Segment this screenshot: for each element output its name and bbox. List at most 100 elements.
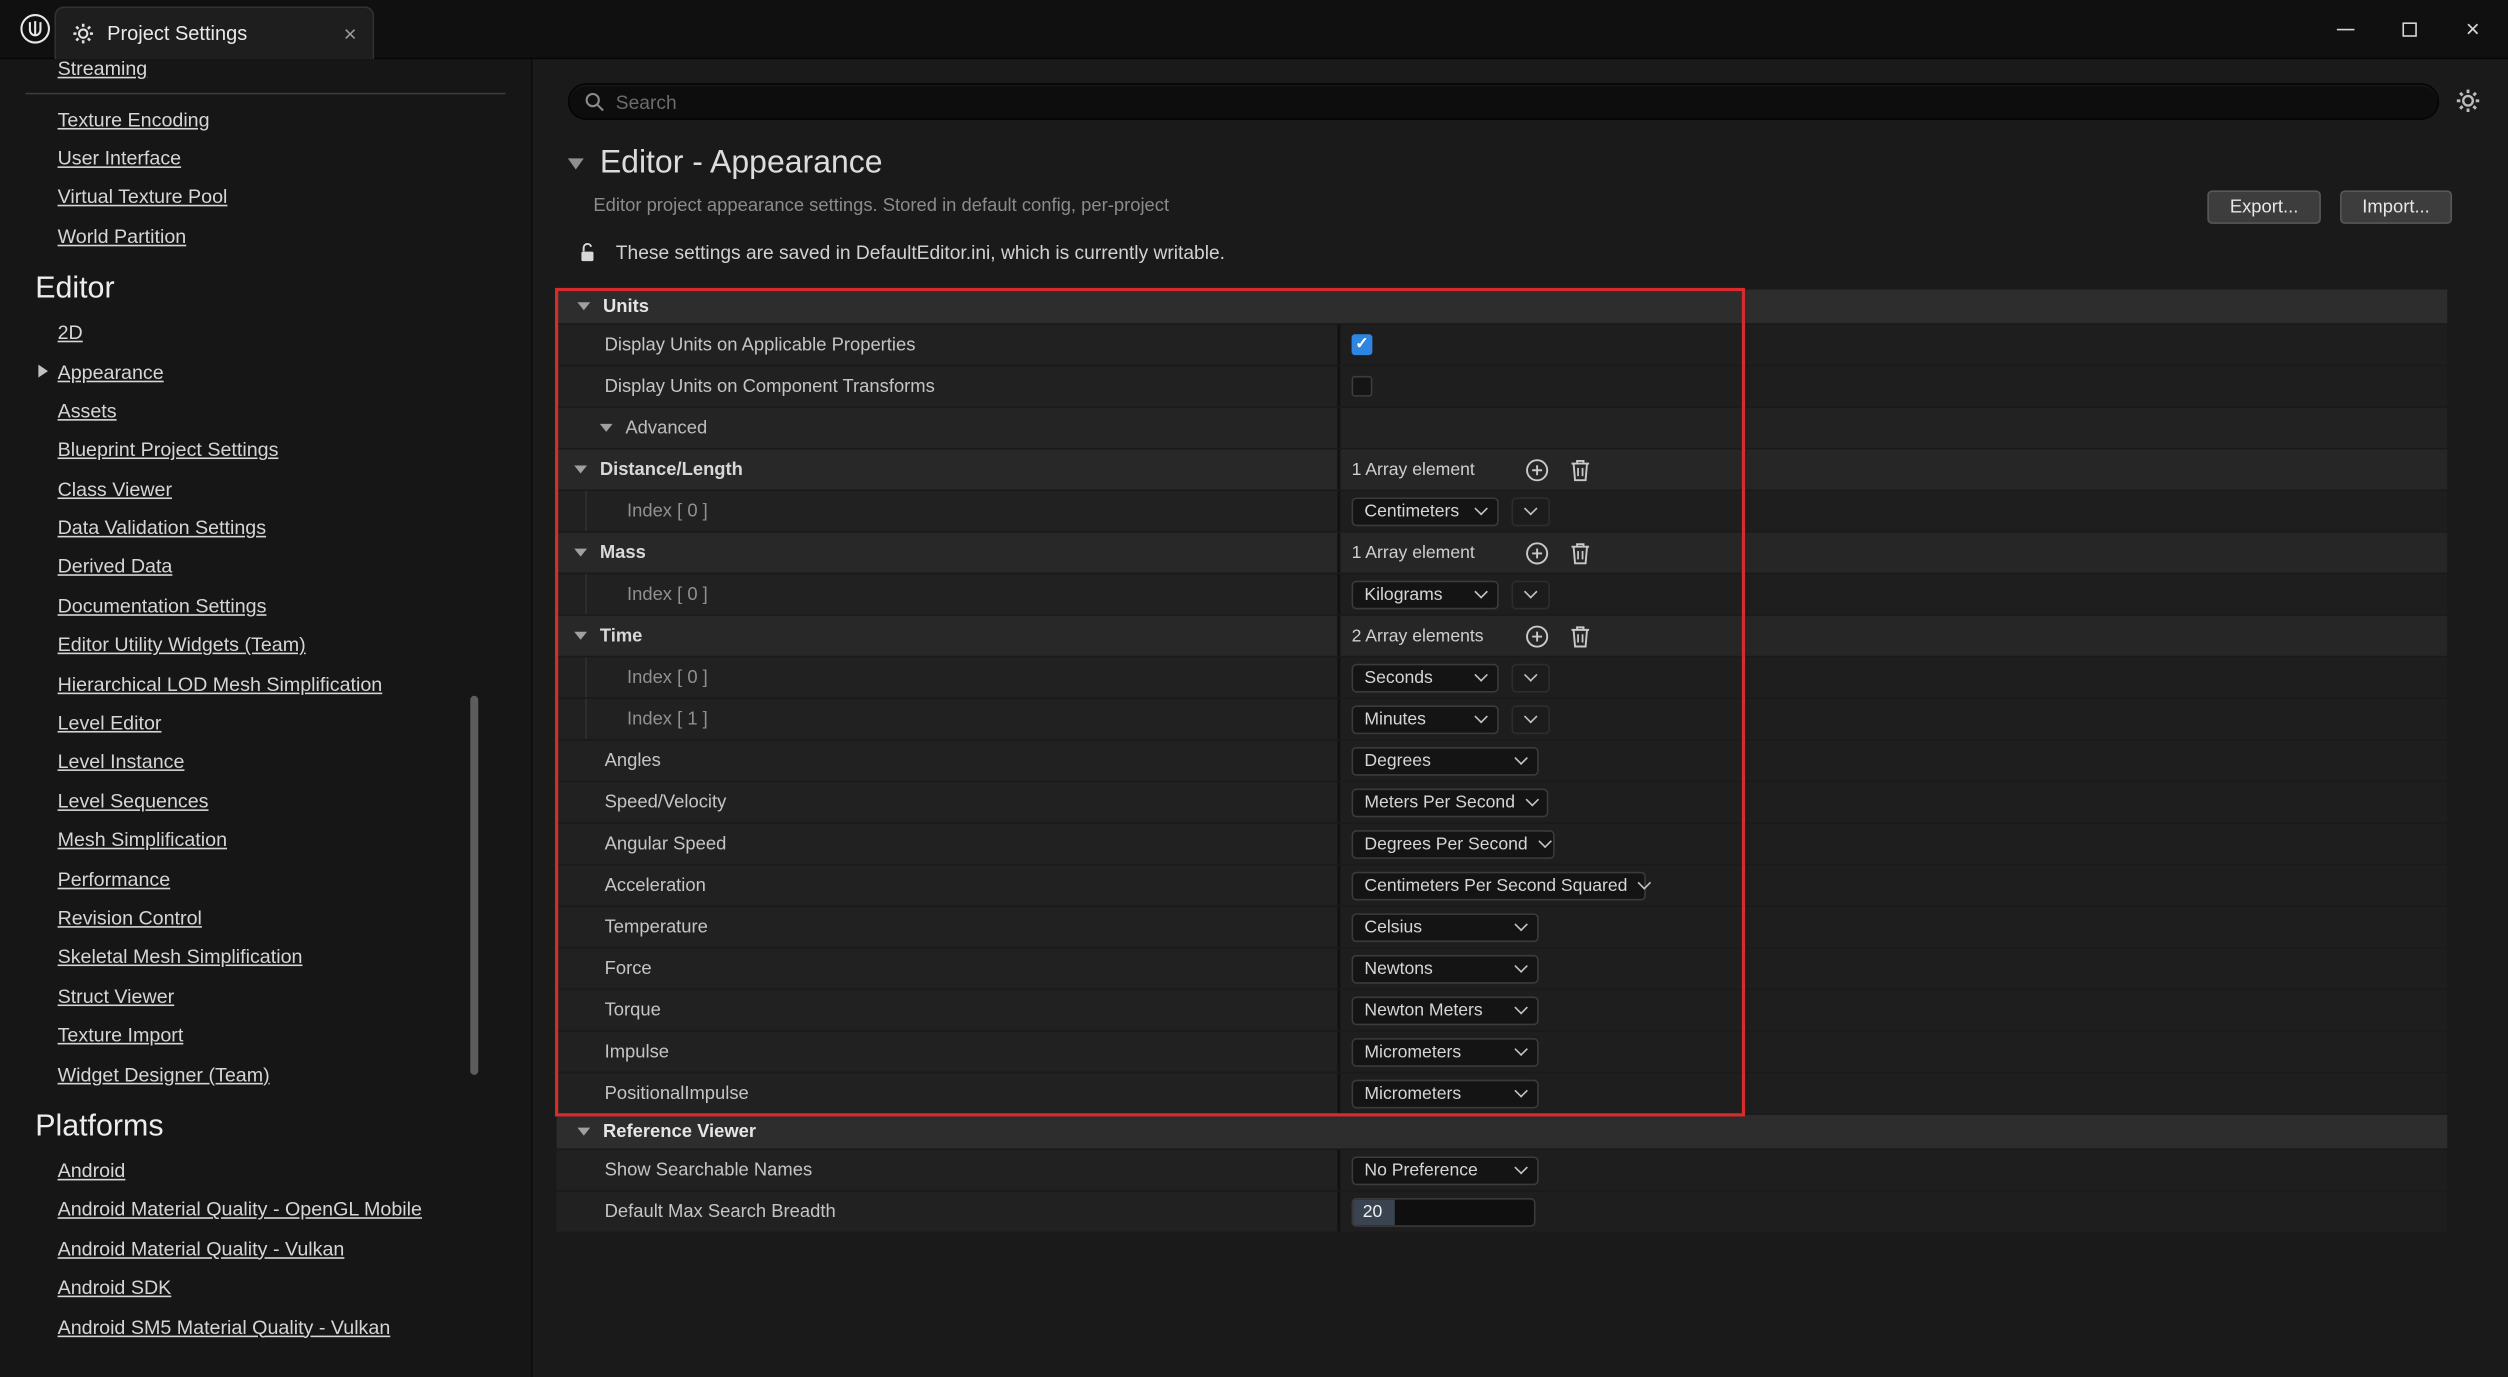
sidebar-item[interactable]: Class Viewer: [0, 469, 531, 508]
chevron-down-icon: [1474, 502, 1488, 516]
unit-dropdown[interactable]: Micrometers: [1352, 1037, 1539, 1066]
element-options-dropdown[interactable]: [1512, 705, 1550, 734]
sidebar-item[interactable]: Widget Designer (Team): [0, 1055, 531, 1094]
search-box[interactable]: [568, 83, 2439, 120]
sidebar-item[interactable]: Level Editor: [0, 704, 531, 743]
setting-value-cell: Degrees Per Second: [1337, 824, 2447, 864]
array-header-time[interactable]: Time: [557, 616, 1338, 656]
sidebar-item[interactable]: Skeletal Mesh Simplification: [0, 938, 531, 977]
export-button[interactable]: Export...: [2207, 190, 2321, 224]
sidebar-item[interactable]: Android Material Quality - OpenGL Mobile: [0, 1190, 531, 1229]
unit-dropdown[interactable]: Kilograms: [1352, 580, 1499, 609]
sidebar-item[interactable]: Assets: [0, 391, 531, 430]
sidebar-item[interactable]: Revision Control: [0, 899, 531, 938]
page-title: Editor - Appearance: [600, 146, 883, 183]
sidebar-item[interactable]: Blueprint Project Settings: [0, 430, 531, 469]
array-header-mass[interactable]: Mass: [557, 533, 1338, 573]
chevron-down-icon: [1474, 585, 1488, 599]
unit-dropdown[interactable]: Minutes: [1352, 705, 1499, 734]
array-value-cell: 2 Array elements: [1337, 616, 2447, 656]
setting-row: Acceleration Centimeters Per Second Squa…: [557, 865, 2448, 905]
sidebar-item[interactable]: World Partition: [0, 217, 531, 256]
unit-dropdown[interactable]: Seconds: [1352, 663, 1499, 692]
advanced-toggle[interactable]: Advanced: [557, 408, 1338, 448]
element-options-dropdown[interactable]: [1512, 580, 1550, 609]
unit-dropdown[interactable]: Degrees: [1352, 746, 1539, 775]
unit-dropdown[interactable]: Micrometers: [1352, 1079, 1539, 1108]
sidebar-item[interactable]: Android SM5 Material Quality - Vulkan: [0, 1307, 531, 1346]
advanced-subheader-row: Advanced: [557, 408, 2448, 448]
sidebar-scrollbar[interactable]: [470, 696, 478, 1075]
element-options-dropdown[interactable]: [1512, 497, 1550, 526]
sidebar-item[interactable]: 2D: [0, 313, 531, 352]
search-icon: [584, 91, 605, 112]
setting-row: Speed/Velocity Meters Per Second: [557, 782, 2448, 822]
add-element-button[interactable]: [1521, 453, 1553, 485]
sidebar-item[interactable]: Android: [0, 1151, 531, 1190]
sidebar-item[interactable]: Texture Import: [0, 1016, 531, 1055]
setting-value-cell: Centimeters Per Second Squared: [1337, 865, 2447, 905]
preference-dropdown[interactable]: No Preference: [1352, 1156, 1539, 1185]
unit-dropdown[interactable]: Degrees Per Second: [1352, 829, 1555, 858]
add-element-button[interactable]: [1521, 620, 1553, 652]
sidebar-item[interactable]: Streaming: [0, 59, 531, 88]
chevron-down-icon: [1514, 918, 1528, 932]
delete-array-button[interactable]: [1564, 453, 1596, 485]
element-options-dropdown[interactable]: [1512, 663, 1550, 692]
sidebar-item[interactable]: Android Material Quality - Vulkan: [0, 1229, 531, 1268]
sidebar-item[interactable]: Virtual Texture Pool: [0, 178, 531, 217]
array-header-row: Mass 1 Array element: [557, 533, 2448, 573]
tab-close-icon[interactable]: ×: [344, 22, 357, 44]
sidebar-item-appearance[interactable]: Appearance: [0, 352, 531, 391]
array-header-distance-length[interactable]: Distance/Length: [557, 449, 1338, 489]
sidebar-item[interactable]: Texture Encoding: [0, 100, 531, 139]
index-value-cell: Centimeters: [1337, 491, 2447, 531]
unit-dropdown[interactable]: Centimeters: [1352, 497, 1499, 526]
unit-dropdown[interactable]: Celsius: [1352, 913, 1539, 942]
import-button[interactable]: Import...: [2340, 190, 2452, 224]
sidebar-item[interactable]: Editor Utility Widgets (Team): [0, 626, 531, 665]
sidebar-item[interactable]: User Interface: [0, 139, 531, 178]
settings-table: Units Display Units on Applicable Proper…: [557, 290, 2448, 1234]
sidebar-item[interactable]: Documentation Settings: [0, 587, 531, 626]
checkbox[interactable]: [1352, 334, 1373, 355]
minimize-button[interactable]: [2313, 0, 2377, 59]
sidebar-item[interactable]: Struct Viewer: [0, 977, 531, 1016]
array-index-row: Index [ 0 ] Centimeters: [557, 491, 2448, 531]
unit-dropdown[interactable]: Newtons: [1352, 954, 1539, 983]
sidebar-item[interactable]: Mesh Simplification: [0, 821, 531, 860]
settings-main-panel: Editor - Appearance Editor project appea…: [533, 59, 2508, 1377]
chevron-down-icon: [1514, 1161, 1528, 1175]
unit-dropdown[interactable]: Centimeters Per Second Squared: [1352, 871, 1646, 900]
checkbox[interactable]: [1352, 376, 1373, 397]
sidebar-item[interactable]: Data Validation Settings: [0, 508, 531, 547]
sidebar-item[interactable]: Derived Data: [0, 548, 531, 587]
settings-options-gear-icon[interactable]: [2455, 88, 2481, 114]
chevron-down-icon: [1474, 668, 1488, 682]
chevron-down-icon: [1514, 1001, 1528, 1015]
sidebar-item[interactable]: Level Sequences: [0, 782, 531, 821]
page-subtitle: Editor project appearance settings. Stor…: [593, 197, 1169, 216]
section-collapse-icon[interactable]: [568, 158, 584, 169]
delete-array-button[interactable]: [1564, 537, 1596, 569]
category-header-reference-viewer[interactable]: Reference Viewer: [557, 1115, 2448, 1149]
setting-row: Temperature Celsius: [557, 907, 2448, 947]
max-search-breadth-input[interactable]: 20: [1352, 1197, 1536, 1226]
setting-label-cell: Force: [557, 949, 1338, 989]
sidebar-item[interactable]: Performance: [0, 860, 531, 899]
sidebar-item[interactable]: Android SDK: [0, 1268, 531, 1307]
unreal-engine-logo-icon[interactable]: [19, 13, 51, 45]
category-header-units[interactable]: Units: [557, 290, 2448, 324]
add-element-button[interactable]: [1521, 537, 1553, 569]
sidebar-item[interactable]: Hierarchical LOD Mesh Simplification: [0, 665, 531, 704]
setting-row: Angular Speed Degrees Per Second: [557, 824, 2448, 864]
unit-dropdown[interactable]: Newton Meters: [1352, 996, 1539, 1025]
maximize-button[interactable]: [2377, 0, 2441, 59]
close-button[interactable]: ×: [2441, 0, 2505, 59]
unit-dropdown[interactable]: Meters Per Second: [1352, 788, 1549, 817]
delete-array-button[interactable]: [1564, 620, 1596, 652]
sidebar-item[interactable]: Level Instance: [0, 743, 531, 782]
search-input[interactable]: [616, 90, 2423, 112]
tab-project-settings[interactable]: Project Settings ×: [54, 6, 374, 59]
window-controls: ×: [2313, 0, 2505, 59]
